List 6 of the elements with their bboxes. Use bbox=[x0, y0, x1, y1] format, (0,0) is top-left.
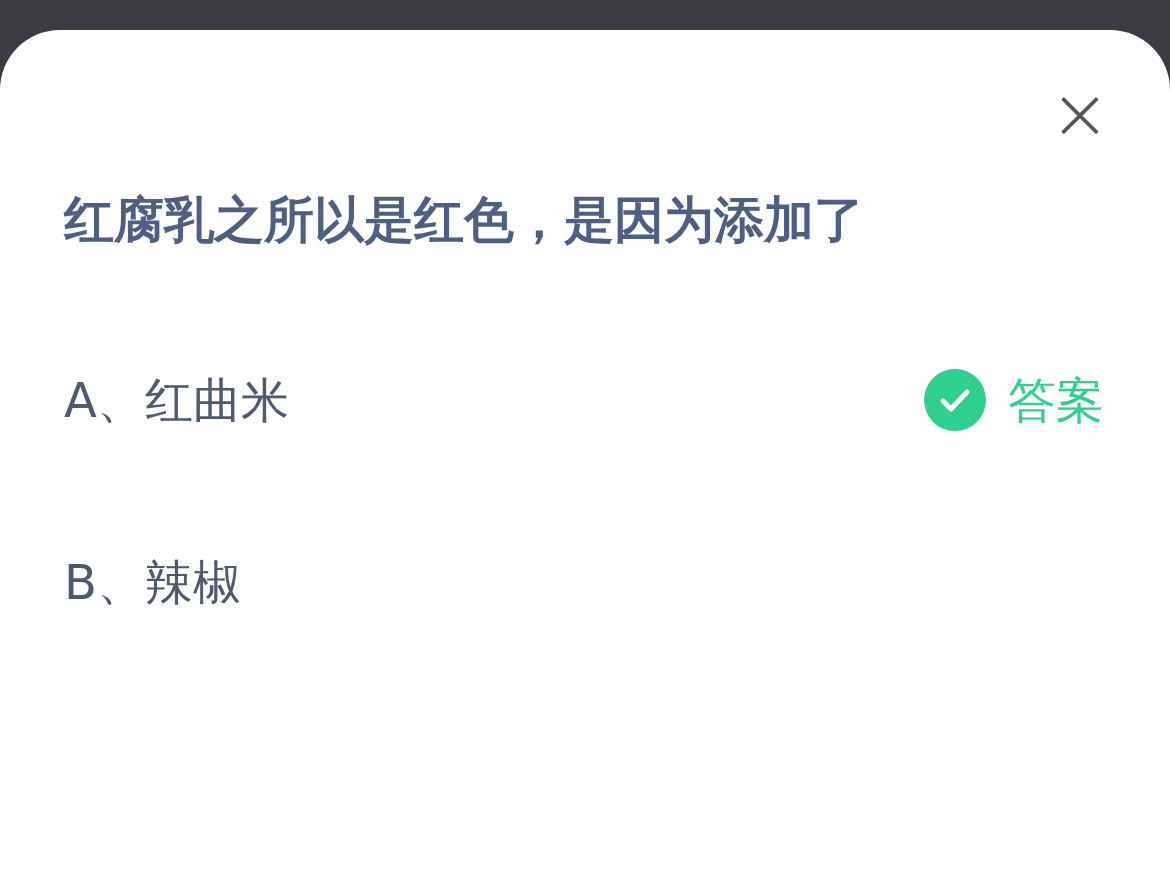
option-text[interactable]: B、辣椒 bbox=[64, 546, 241, 618]
close-button[interactable]: × bbox=[1050, 78, 1110, 148]
question-text: 红腐乳之所以是红色，是因为添加了 bbox=[64, 190, 864, 251]
option-text[interactable]: A、红曲米 bbox=[64, 364, 289, 436]
answer-label: 答案 bbox=[1008, 371, 1104, 430]
check-icon bbox=[924, 369, 986, 431]
